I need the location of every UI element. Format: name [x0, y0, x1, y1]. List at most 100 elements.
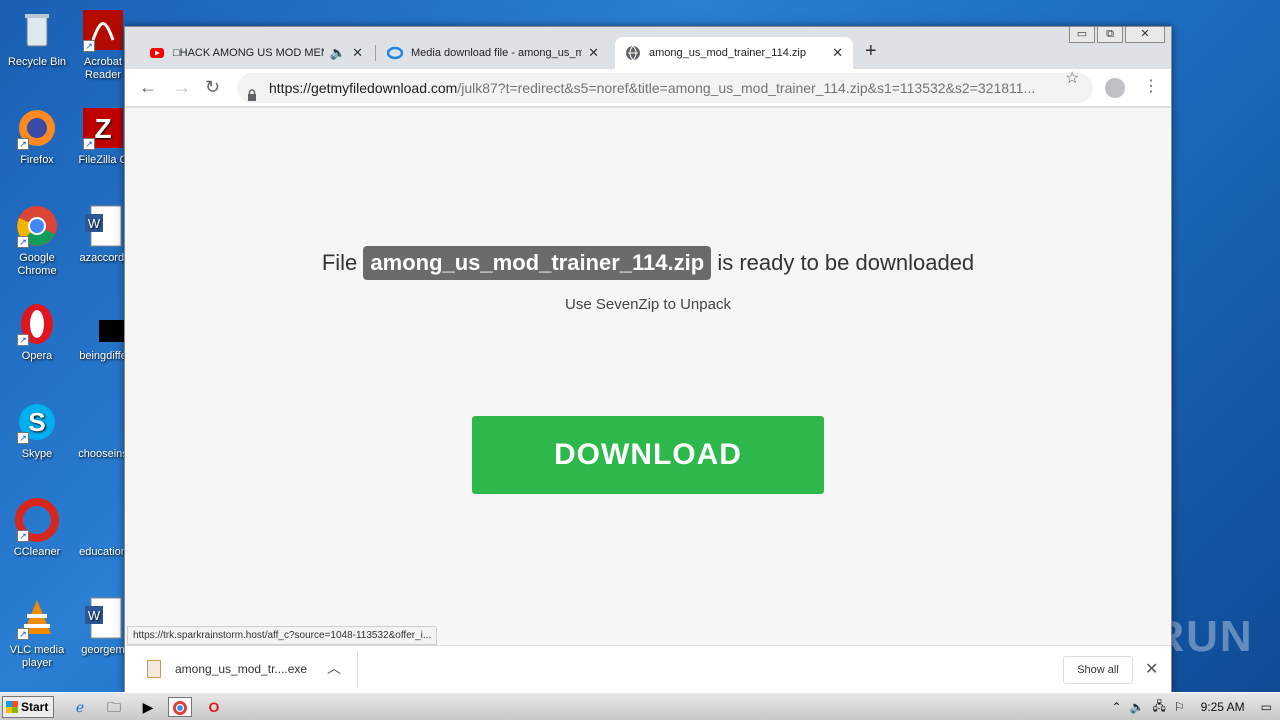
- system-tray: ⌃ 🔈 🖧 ⚐ 9:25 AM ▭: [1111, 695, 1280, 719]
- shortcut-arrow-icon: ↗: [17, 236, 29, 248]
- ie-icon[interactable]: ℯ: [68, 697, 92, 717]
- download-button[interactable]: DOWNLOAD: [472, 416, 824, 494]
- tab-among-us-zip[interactable]: among_us_mod_trainer_114.zip ✕: [615, 37, 853, 69]
- file-name-badge: among_us_mod_trainer_114.zip: [363, 246, 712, 280]
- clock[interactable]: 9:25 AM: [1201, 700, 1245, 714]
- tab-title: among_us_mod_trainer_114.zip: [649, 47, 806, 59]
- ccleaner-icon: ↗: [15, 498, 59, 542]
- tab-divider: [375, 45, 376, 61]
- explorer-folder-icon[interactable]: 🗀: [102, 697, 126, 717]
- desktop-icon-chrome[interactable]: ↗ Google Chrome: [2, 204, 72, 278]
- svg-text:W: W: [88, 608, 101, 623]
- desktop-icon-vlc[interactable]: ↗ VLC media player: [2, 596, 72, 670]
- download-file-name: among_us_mod_tr....exe: [175, 662, 308, 676]
- forward-arrow-icon[interactable]: →: [173, 77, 191, 97]
- shortcut-arrow-icon: ↗: [17, 334, 29, 346]
- tab-media-download[interactable]: Media download file - among_us_mo ✕: [377, 37, 609, 69]
- shortcut-arrow-icon: ↗: [17, 628, 29, 640]
- headline-prefix: File: [321, 250, 358, 275]
- volume-icon[interactable]: 🔈: [1130, 700, 1145, 714]
- lock-icon: [247, 81, 257, 101]
- shortcut-arrow-icon: ↗: [17, 530, 29, 542]
- new-tab-button[interactable]: +: [865, 40, 877, 63]
- close-window-button[interactable]: ✕: [1125, 27, 1165, 43]
- address-bar[interactable]: https://getmyfiledownload.com/julk87?t=r…: [237, 73, 1093, 103]
- tab-close-icon[interactable]: ✕: [832, 45, 843, 61]
- ready-headline: File among_us_mod_trainer_114.zip is rea…: [125, 246, 1171, 280]
- show-all-button[interactable]: Show all: [1063, 656, 1133, 684]
- network-icon[interactable]: 🖧: [1152, 697, 1165, 718]
- download-divider: [357, 652, 358, 688]
- desktop-icon-recycle-bin[interactable]: Recycle Bin: [2, 8, 72, 69]
- opera-icon: ↗: [15, 302, 59, 346]
- tab-title: □HACK AMONG US MOD MENU: [173, 47, 324, 59]
- show-desktop-icon[interactable]: ▭: [1261, 700, 1272, 714]
- url-host: https://getmyfiledownload.com: [269, 80, 458, 96]
- desktop-icon-ccleaner[interactable]: ↗ CCleaner: [2, 498, 72, 559]
- url-path: /julk87?t=redirect&s5=noref&title=among_…: [457, 80, 1036, 96]
- word-document-icon: W: [81, 204, 125, 248]
- desktop-icon-label: Firefox: [20, 154, 54, 166]
- opera-taskbar-icon[interactable]: O: [202, 697, 226, 717]
- file-icon: [147, 660, 161, 678]
- menu-dots-icon[interactable]: ⋮: [1143, 77, 1159, 97]
- windows-flag-icon: [6, 701, 18, 713]
- desktop-icon-firefox[interactable]: ↗ Firefox: [2, 106, 72, 167]
- taskbar: Start ℯ 🗀 ▶ O ⌃ 🔈 🖧 ⚐ 9:25 AM ▭: [0, 692, 1280, 720]
- desktop-icon-label: VLC media player: [9, 644, 65, 669]
- media-player-icon[interactable]: ▶: [136, 697, 160, 717]
- svg-text:Z: Z: [94, 113, 111, 144]
- profile-avatar-icon[interactable]: [1105, 78, 1125, 98]
- download-item[interactable]: among_us_mod_tr....exe: [147, 660, 307, 678]
- download-shelf: among_us_mod_tr....exe ︿ Show all ✕: [125, 645, 1171, 693]
- desktop-icon-label: Opera: [21, 350, 53, 362]
- window-controls: ▭ ⧉ ✕: [1069, 27, 1165, 43]
- recycle-bin-icon: [15, 8, 59, 52]
- bookmark-star-icon[interactable]: ☆: [1065, 69, 1079, 89]
- start-button[interactable]: Start: [2, 696, 54, 718]
- shortcut-arrow-icon: ↗: [83, 138, 95, 150]
- restore-button[interactable]: ⧉: [1097, 27, 1123, 43]
- status-bar-url: https://trk.sparkrainstorm.host/aff_c?so…: [127, 626, 438, 645]
- reload-icon[interactable]: ↻: [205, 77, 220, 97]
- tab-strip: □HACK AMONG US MOD MENU 🔈 ✕ Media downlo…: [125, 27, 1171, 69]
- browser-toolbar: ← → ↻ https://getmyfiledownload.com/julk…: [125, 69, 1171, 107]
- tab-youtube[interactable]: □HACK AMONG US MOD MENU 🔈 ✕: [139, 37, 373, 69]
- firefox-icon: ↗: [15, 106, 59, 150]
- desktop-icon-label: Skype: [21, 448, 53, 460]
- vlc-icon: ↗: [15, 596, 59, 640]
- desktop-icon-opera[interactable]: ↗ Opera: [2, 302, 72, 363]
- chrome-icon: ↗: [15, 204, 59, 248]
- tab-close-icon[interactable]: ✕: [352, 45, 363, 61]
- shortcut-arrow-icon: ↗: [17, 432, 29, 444]
- acrobat-icon: ↗: [81, 8, 125, 52]
- word-document-icon: W: [81, 596, 125, 640]
- action-center-flag-icon[interactable]: ⚐: [1174, 700, 1185, 714]
- minimize-button[interactable]: ▭: [1069, 27, 1095, 43]
- black-file-icon: [81, 302, 125, 346]
- svg-text:S: S: [28, 407, 45, 437]
- desktop-icon-label: Recycle Bin: [7, 56, 67, 68]
- blank-file-icon: [81, 400, 125, 444]
- svg-text:W: W: [88, 216, 101, 231]
- tab-title: Media download file - among_us_mo: [411, 47, 583, 59]
- back-arrow-icon[interactable]: ←: [139, 77, 157, 97]
- tab-close-icon[interactable]: ✕: [588, 45, 599, 61]
- media-icon: [386, 45, 404, 61]
- start-label: Start: [21, 700, 49, 714]
- close-shelf-icon[interactable]: ✕: [1145, 659, 1158, 679]
- globe-icon: [625, 45, 641, 61]
- show-hidden-icons-icon[interactable]: ⌃: [1111, 700, 1121, 714]
- desktop-icon-skype[interactable]: S ↗ Skype: [2, 400, 72, 461]
- speaker-icon[interactable]: 🔈: [330, 45, 346, 61]
- unpack-hint: Use SevenZip to Unpack: [565, 296, 731, 313]
- chrome-window: □HACK AMONG US MOD MENU 🔈 ✕ Media downlo…: [124, 26, 1172, 694]
- shortcut-arrow-icon: ↗: [83, 40, 95, 52]
- chrome-taskbar-icon[interactable]: [168, 697, 192, 717]
- youtube-icon: [149, 45, 165, 61]
- chevron-up-icon[interactable]: ︿: [327, 658, 341, 678]
- shortcut-arrow-icon: ↗: [17, 138, 29, 150]
- page-content: File among_us_mod_trainer_114.zip is rea…: [125, 108, 1171, 645]
- skype-icon: S ↗: [15, 400, 59, 444]
- desktop-icon-label: Google Chrome: [17, 252, 57, 277]
